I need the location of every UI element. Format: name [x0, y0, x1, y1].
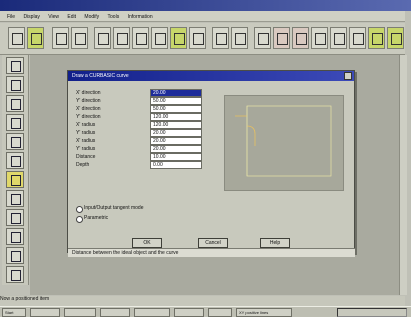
start-button[interactable]: Start [2, 308, 26, 317]
dialog-status: Distance between the ideal object and th… [68, 248, 355, 257]
field-input[interactable]: 50.00 [150, 97, 202, 105]
offset-tool-icon[interactable] [6, 228, 24, 245]
polyline-tool-icon[interactable] [6, 95, 24, 112]
ok-button[interactable]: OK [132, 238, 162, 248]
close-icon[interactable] [344, 72, 352, 80]
field-label: Y' radius [76, 146, 96, 152]
task-item-3[interactable] [100, 308, 130, 317]
field-input[interactable]: 20.00 [150, 89, 202, 97]
curve-preview [224, 95, 344, 191]
vertical-scrollbar[interactable] [399, 55, 407, 295]
export-icon[interactable] [368, 27, 385, 49]
pointer-icon[interactable] [113, 27, 130, 49]
curve-dialog: Draw a CURBASIC curve X' direction 20.00 Y… [67, 70, 355, 253]
grid-icon[interactable] [71, 27, 88, 49]
tangent-mode-label: Input/Output tangent mode [84, 205, 144, 211]
parametric-radio[interactable] [76, 216, 83, 223]
task-item-1[interactable] [30, 308, 60, 317]
field-input[interactable]: 10.00 [150, 153, 202, 161]
move-icon[interactable] [212, 27, 229, 49]
field-input[interactable]: 0.00 [150, 161, 202, 169]
link-icon[interactable] [311, 27, 328, 49]
main-toolbar [0, 23, 405, 55]
system-tray [337, 308, 407, 317]
cancel-button[interactable]: Cancel [198, 238, 228, 248]
new-document-icon[interactable] [8, 27, 25, 49]
menu-modify[interactable]: Modify [84, 14, 99, 20]
hatch-tool-icon[interactable] [6, 209, 24, 226]
field-input[interactable]: 120.00 [150, 113, 202, 121]
taskbar: Start XY positive lines [0, 306, 411, 317]
menu-edit[interactable]: Edit [67, 14, 76, 20]
field-label: Y' direction [76, 114, 101, 120]
dialog-titlebar: Draw a CURBASIC curve [68, 71, 354, 81]
task-item-6[interactable] [208, 308, 232, 317]
layer-icon[interactable] [52, 27, 69, 49]
menu-bar: File Display View Edit Modify Tools Info… [0, 11, 405, 22]
field-label: X' direction [76, 90, 101, 96]
field-label: Distance [76, 154, 96, 160]
preview-outline [246, 105, 332, 177]
dialog-title: Draw a CURBASIC curve [72, 73, 129, 79]
field-label: X' direction [76, 106, 101, 112]
field-label: Y' direction [76, 98, 101, 104]
preview-curve [235, 115, 256, 146]
help-button[interactable]: Help [260, 238, 290, 248]
parametric-label: Parametric [84, 215, 109, 221]
measure-icon[interactable] [231, 27, 248, 49]
trim-tool-icon[interactable] [6, 266, 24, 283]
menu-file[interactable]: File [7, 14, 15, 20]
field-input[interactable]: 20.00 [150, 129, 202, 137]
fillet-tool-icon[interactable] [6, 247, 24, 264]
rectangle-tool-icon[interactable] [6, 76, 24, 93]
window-titlebar [0, 0, 411, 11]
cube-icon[interactable] [349, 27, 366, 49]
tangent-mode-radio[interactable] [76, 206, 83, 213]
mirror-icon[interactable] [189, 27, 206, 49]
shape-icon[interactable] [330, 27, 347, 49]
bottom-hint: Now a positioned item [0, 296, 405, 306]
menu-tools[interactable]: Tools [108, 14, 120, 20]
rotate-icon[interactable] [151, 27, 168, 49]
zoom-icon[interactable] [94, 27, 111, 49]
line-tool-icon[interactable] [6, 57, 24, 74]
field-input[interactable]: 20.00 [150, 137, 202, 145]
ellipse-tool-icon[interactable] [6, 152, 24, 169]
text-tool-icon[interactable] [6, 190, 24, 207]
menu-view[interactable]: View [48, 14, 59, 20]
task-item-2[interactable] [64, 308, 96, 317]
field-label: X' radius [76, 122, 96, 128]
dimension-icon[interactable] [273, 27, 290, 49]
menu-information[interactable]: Information [128, 14, 153, 20]
open-document-icon[interactable] [27, 27, 44, 49]
menu-display[interactable]: Display [23, 14, 39, 20]
field-input[interactable]: 20.00 [150, 145, 202, 153]
task-item-4[interactable] [134, 308, 170, 317]
print-icon[interactable] [387, 27, 404, 49]
curve-tool-icon[interactable] [6, 171, 24, 188]
field-label: Depth [76, 162, 90, 168]
preview-drawing [235, 105, 332, 177]
pen-icon[interactable] [132, 27, 149, 49]
task-item-xy[interactable]: XY positive lines [236, 308, 292, 317]
curve-icon[interactable] [170, 27, 187, 49]
task-item-5[interactable] [174, 308, 204, 317]
circle-tool-icon[interactable] [6, 114, 24, 131]
field-label: Y' radius [76, 130, 96, 136]
field-input[interactable]: 120.00 [150, 121, 202, 129]
arc-tool-icon[interactable] [6, 133, 24, 150]
down-arrow-icon[interactable] [254, 27, 271, 49]
dimension-icon-2[interactable] [292, 27, 309, 49]
field-label: X' radius [76, 138, 96, 144]
left-toolbox [2, 55, 29, 285]
field-input[interactable]: 50.00 [150, 105, 202, 113]
